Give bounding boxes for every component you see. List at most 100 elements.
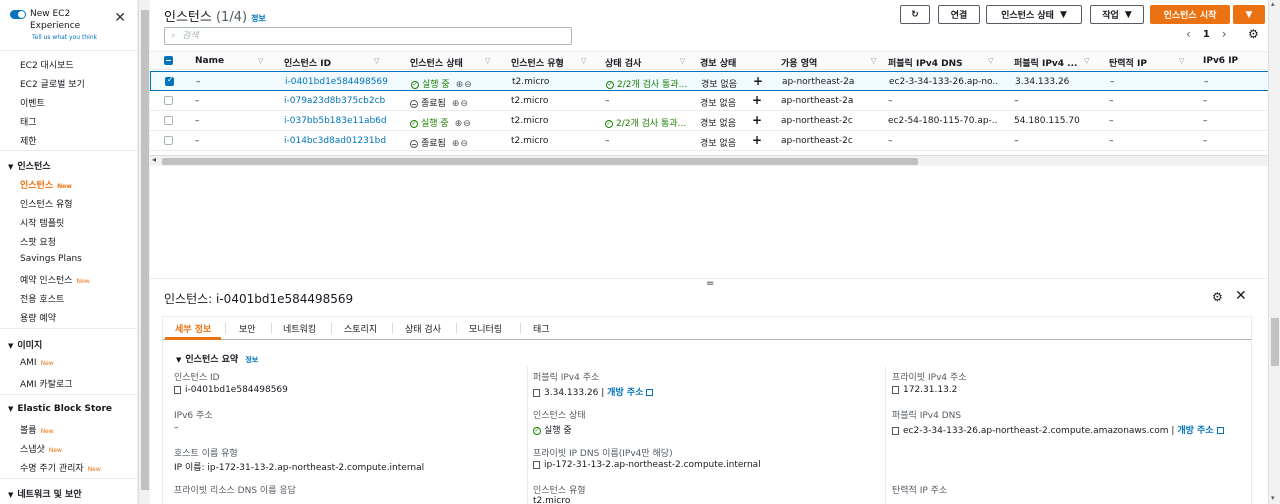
close-icon[interactable]: ✕ <box>1235 288 1247 304</box>
sidebar-item-global-view[interactable]: EC2 글로벌 보기 <box>20 77 85 90</box>
table-horizontal-scrollbar[interactable]: ◂ ▸ <box>150 155 1280 166</box>
row-checkbox[interactable] <box>164 116 173 125</box>
prev-page-icon[interactable]: ‹ <box>1186 27 1191 41</box>
sidebar-item-ami[interactable]: AMI New <box>20 358 54 368</box>
launch-instance-button[interactable]: 인스턴스 시작 <box>1150 5 1230 24</box>
sidebar-section-network-security[interactable]: ▼ 네트워크 및 보안 <box>8 487 82 500</box>
page-number[interactable]: 1 <box>1203 29 1210 40</box>
sidebar-item-savings-plans[interactable]: Savings Plans <box>20 254 82 264</box>
sidebar-item-ami-catalog[interactable]: AMI 카탈로그 <box>20 377 73 390</box>
tab-details[interactable]: 세부 정보 <box>175 322 211 335</box>
select-all-checkbox[interactable] <box>164 56 173 65</box>
copy-icon[interactable] <box>533 460 540 469</box>
sidebar-item-tags[interactable]: 태그 <box>20 115 37 128</box>
row-checkbox[interactable] <box>164 136 173 145</box>
tab-security[interactable]: 보안 <box>239 322 256 335</box>
sidebar-item-launch-templates[interactable]: 시작 템플릿 <box>20 216 64 229</box>
sidebar-item-instances[interactable]: 인스턴스 New <box>20 178 72 191</box>
scrollbar-thumb[interactable] <box>162 158 918 165</box>
new-experience-toggle[interactable] <box>10 10 26 19</box>
instance-state-button[interactable]: 인스턴스 상태 ▼ <box>986 5 1082 24</box>
zoom-icons[interactable]: ⊕⊖ <box>455 119 472 129</box>
add-alarm-icon[interactable]: + <box>752 113 762 127</box>
sidebar-item-dashboard[interactable]: EC2 대시보드 <box>20 58 74 71</box>
zoom-icons[interactable]: ⊕⊖ <box>452 139 469 149</box>
column-ipv6[interactable]: IPv6 IP <box>1203 56 1238 66</box>
column-elastic-ip[interactable]: 탄력적 IP ▽ <box>1109 56 1184 69</box>
table-row[interactable]: – i-037bb5b183e11ab6d ✓ 실행 중 ⊕⊖ t2.micro ✓… <box>150 111 1280 131</box>
instance-id-link[interactable]: i-014bc3d8ad01231bd <box>284 136 386 146</box>
tab-monitoring[interactable]: 모니터링 <box>469 322 502 335</box>
actions-button[interactable]: 작업 ▼ <box>1090 5 1144 24</box>
sidebar-section-images[interactable]: ▼ 이미지 <box>8 338 42 351</box>
sidebar-section-instances[interactable]: ▼ 인스턴스 <box>8 159 51 172</box>
column-availability-zone[interactable]: 가용 영역 ▽ <box>781 56 876 69</box>
external-link-icon <box>646 389 654 396</box>
instance-id-link[interactable]: i-0401bd1e584498569 <box>285 77 388 87</box>
tab-tags[interactable]: 태그 <box>533 322 550 335</box>
add-alarm-icon[interactable]: + <box>752 133 762 147</box>
info-link[interactable]: 정보 <box>245 356 258 364</box>
scrollbar-thumb[interactable] <box>141 10 149 490</box>
copy-icon[interactable] <box>892 426 899 435</box>
copy-icon[interactable] <box>533 388 540 397</box>
column-status-check[interactable]: 상태 검사 ▽ <box>605 56 685 69</box>
tab-storage[interactable]: 스토리지 <box>344 322 377 335</box>
zoom-icons[interactable]: ⊕⊖ <box>456 80 473 90</box>
tab-networking[interactable]: 네트워킹 <box>283 322 316 335</box>
connect-button[interactable]: 연결 <box>938 5 980 24</box>
next-page-icon[interactable]: › <box>1222 27 1227 41</box>
main-vertical-scrollbar[interactable]: ▴ ▾ <box>1268 0 1280 504</box>
sidebar-item-instance-types[interactable]: 인스턴스 유형 <box>20 197 73 210</box>
cell-status-check[interactable]: ✓ 2/2개 검사 통과... <box>605 116 695 129</box>
scroll-left-icon[interactable]: ◂ <box>152 155 156 164</box>
table-row[interactable]: – i-079a23d8b375cb2cb 종료됨 ⊕⊖ t2.micro – 경… <box>150 91 1280 111</box>
tab-status-checks[interactable]: 상태 검사 <box>405 322 441 335</box>
instance-id-link[interactable]: i-037bb5b183e11ab6d <box>284 116 387 126</box>
sidebar-item-spot-requests[interactable]: 스팟 요청 <box>20 235 56 248</box>
sidebar-item-reserved-instances[interactable]: 예약 인스턴스 New <box>20 273 90 286</box>
add-alarm-icon[interactable]: + <box>753 74 763 88</box>
scroll-up-icon[interactable]: ▴ <box>1271 0 1275 8</box>
zoom-icons[interactable]: ⊕⊖ <box>452 99 469 109</box>
add-alarm-icon[interactable]: + <box>752 93 762 107</box>
sidebar-scrollbar[interactable] <box>138 0 150 504</box>
sidebar-item-snapshots[interactable]: 스냅샷 New <box>20 442 62 455</box>
sidebar-item-events[interactable]: 이벤트 <box>20 96 45 109</box>
info-link[interactable]: 정보 <box>251 14 266 23</box>
column-alarm-status[interactable]: 경보 상태 <box>700 56 736 69</box>
row-checkbox[interactable] <box>164 96 173 105</box>
scroll-down-icon[interactable]: ▾ <box>1271 494 1275 502</box>
instance-summary-header[interactable]: ▼ 인스턴스 요약 정보 <box>176 352 258 365</box>
search-input[interactable] <box>182 31 563 41</box>
column-instance-type[interactable]: 인스턴스 유형 ▽ <box>511 56 586 69</box>
open-address-link[interactable]: 개방 주소 <box>1177 426 1213 436</box>
sidebar-item-capacity-reservations[interactable]: 용량 예약 <box>20 311 56 324</box>
copy-icon[interactable] <box>174 385 181 394</box>
instance-id-link[interactable]: i-079a23d8b375cb2cb <box>284 96 385 106</box>
refresh-button[interactable]: ↻ <box>900 5 930 24</box>
sidebar-item-limits[interactable]: 제한 <box>20 134 37 147</box>
resize-handle-icon[interactable] <box>706 278 714 289</box>
gear-icon[interactable]: ⚙ <box>1212 290 1223 304</box>
feedback-link[interactable]: Tell us what you think <box>32 34 97 41</box>
close-icon[interactable]: ✕ <box>114 10 126 26</box>
table-row[interactable]: – i-0401bd1e584498569 ✓실행 중⊕⊖ t2.micro ✓… <box>150 71 1280 91</box>
sidebar-section-ebs[interactable]: ▼ Elastic Block Store <box>8 404 112 414</box>
column-instance-id[interactable]: 인스턴스 ID ▽ <box>284 56 379 69</box>
column-public-ip[interactable]: 퍼블릭 IPv4 ... ▽ <box>1014 56 1089 69</box>
open-address-link[interactable]: 개방 주소 <box>607 388 643 398</box>
launch-dropdown-button[interactable]: ▼ <box>1233 5 1265 24</box>
cell-status-check[interactable]: ✓ 2/2개 검사 통과... <box>606 77 696 90</box>
copy-icon[interactable] <box>892 385 899 394</box>
sidebar-item-dedicated-hosts[interactable]: 전용 호스트 <box>20 292 64 305</box>
table-row[interactable]: – i-014bc3d8ad01231bd 종료됨 ⊕⊖ t2.micro – 경… <box>150 131 1280 151</box>
gear-icon[interactable]: ⚙ <box>1248 27 1259 41</box>
scrollbar-thumb[interactable] <box>1271 318 1279 366</box>
column-instance-state[interactable]: 인스턴스 상태 ▽ <box>410 56 490 69</box>
sidebar-item-volumes[interactable]: 볼륨 New <box>20 423 54 436</box>
row-checkbox[interactable] <box>165 75 174 86</box>
column-name[interactable]: Name ▽ <box>195 56 263 66</box>
column-public-dns[interactable]: 퍼블릭 IPv4 DNS ▽ <box>888 56 993 69</box>
sidebar-item-lifecycle-manager[interactable]: 수명 주기 관리자 New <box>20 461 101 474</box>
